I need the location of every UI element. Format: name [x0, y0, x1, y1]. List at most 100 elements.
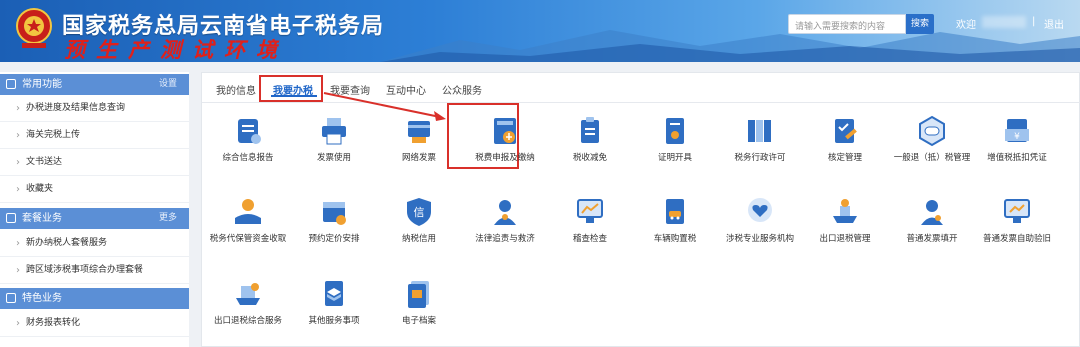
- section-title: 常用功能: [22, 79, 62, 90]
- function-calendar[interactable]: 预约定价安排: [292, 196, 376, 264]
- function-report[interactable]: 综合信息报告: [206, 115, 290, 183]
- money-hand-icon: [235, 199, 261, 224]
- monitor-chart-icon: [577, 199, 603, 223]
- report-icon: [238, 119, 261, 144]
- function-label: 税务行政许可: [734, 153, 786, 163]
- function-clipboard[interactable]: 税收减免: [548, 115, 632, 183]
- function-money-hand[interactable]: 税务代保管资金收取: [206, 196, 290, 264]
- function-heart-hand[interactable]: 涉税专业服务机构: [718, 196, 802, 264]
- function-binders[interactable]: 税务行政许可: [718, 115, 802, 183]
- function-card[interactable]: 网络发票: [377, 115, 461, 183]
- sidebar-section-package[interactable]: 套餐业务 更多: [0, 208, 189, 229]
- function-law-person[interactable]: 法律追责与救济: [463, 196, 547, 264]
- tab-my-info[interactable]: 我的信息: [216, 82, 256, 97]
- checklist-icon: [835, 119, 857, 143]
- search-input[interactable]: 请输入需要搜索的内容: [788, 14, 906, 34]
- ship-service-icon: [236, 283, 260, 305]
- function-checklist[interactable]: 核定管理: [803, 115, 887, 183]
- calendar-icon: [323, 202, 346, 225]
- sidebar-item[interactable]: 财务报表转化: [0, 310, 189, 337]
- sidebar-item[interactable]: 文书送达: [0, 149, 189, 176]
- username-blurred: [982, 16, 1026, 28]
- function-label: 税务代保管资金收取: [209, 234, 287, 244]
- environment-label: 预生产测试环境: [64, 37, 288, 62]
- archive-icon: [408, 281, 429, 308]
- function-label: 发票使用: [316, 153, 351, 163]
- function-label: 增值税抵扣凭证: [987, 153, 1047, 163]
- binders-icon: [748, 120, 771, 142]
- function-label: 出口退税管理: [819, 234, 871, 244]
- function-declare[interactable]: 税费申报及缴纳: [463, 115, 547, 183]
- sidebar-section-special[interactable]: 特色业务: [0, 288, 189, 309]
- function-shield[interactable]: 信纳税信用: [377, 196, 461, 264]
- box-icon: [325, 281, 343, 306]
- ship-icon: [833, 199, 857, 223]
- search-button[interactable]: 搜索: [906, 14, 934, 34]
- function-person[interactable]: 普通发票填开: [890, 196, 974, 264]
- function-label: 其他服务事项: [308, 316, 360, 326]
- logout-link[interactable]: 退出: [1044, 16, 1064, 31]
- declare-icon: [494, 118, 516, 144]
- main-panel: 我的信息 我要办税 我要查询 互动中心 公众服务 综合信息报告 发票使用 网络发票税…: [201, 72, 1080, 347]
- shield-icon: 信: [407, 198, 431, 226]
- function-label: 税收减免: [572, 153, 607, 163]
- function-label: 稽查检查: [572, 234, 607, 244]
- sidebar-item[interactable]: 新办纳税人套餐服务: [0, 230, 189, 257]
- function-label: 综合信息报告: [222, 153, 274, 163]
- function-car-doc[interactable]: 车辆购置税: [633, 196, 717, 264]
- sidebar-item[interactable]: 跨区域涉税事项综合办理套餐: [0, 257, 189, 284]
- sidebar-item[interactable]: 收藏夹: [0, 176, 189, 203]
- refund-icon: [919, 115, 945, 147]
- sidebar-section-common[interactable]: 常用功能 设置: [0, 74, 189, 95]
- function-ship-service[interactable]: 出口退税综合服务: [206, 278, 290, 346]
- function-label: 一般退（抵）税管理: [893, 153, 971, 163]
- car-doc-icon: [666, 199, 684, 224]
- function-label: 税费申报及缴纳: [475, 153, 535, 163]
- monitor-icon: [1004, 199, 1030, 223]
- sidebar: 常用功能 设置 办税进度及结果信息查询 海关完税上传 文书送达 收藏夹 套餐业务…: [0, 72, 189, 347]
- function-certificate[interactable]: 证明开具: [633, 115, 717, 183]
- sidebar-item[interactable]: 办税进度及结果信息查询: [0, 95, 189, 122]
- function-label: 预约定价安排: [308, 234, 360, 244]
- active-tab-indicator: [271, 95, 317, 97]
- function-label: 纳税信用: [401, 234, 436, 244]
- function-archive[interactable]: 电子档案: [377, 278, 461, 346]
- site-header: 国家税务总局云南省电子税务局 预生产测试环境 请输入需要搜索的内容 搜索 欢迎 …: [0, 0, 1080, 62]
- section-icon: [6, 293, 16, 303]
- function-label: 法律追责与救济: [475, 234, 535, 244]
- function-refund[interactable]: 一般退（抵）税管理: [890, 115, 974, 183]
- section-icon: [6, 79, 16, 89]
- sidebar-item[interactable]: 海关完税上传: [0, 122, 189, 149]
- svg-text:¥: ¥: [1014, 132, 1020, 142]
- header-separator: |: [1032, 16, 1036, 27]
- function-label: 出口退税综合服务: [213, 316, 282, 326]
- function-label: 证明开具: [657, 153, 692, 163]
- function-label: 电子档案: [401, 316, 436, 326]
- section-title: 特色业务: [22, 293, 62, 304]
- certificate-icon: [666, 118, 684, 144]
- function-printer[interactable]: 发票使用: [292, 115, 376, 183]
- clipboard-icon: [581, 117, 599, 143]
- function-ship[interactable]: 出口退税管理: [803, 196, 887, 264]
- svg-text:信: 信: [414, 206, 425, 219]
- function-label: 涉税专业服务机构: [725, 234, 794, 244]
- tax-emblem-icon: [16, 8, 52, 48]
- heart-hand-icon: [748, 198, 772, 222]
- function-label: 普通发票自助验旧: [982, 234, 1051, 244]
- function-label: 普通发票填开: [906, 234, 958, 244]
- voucher-icon: ¥: [1005, 119, 1029, 142]
- function-label: 网络发票: [401, 153, 436, 163]
- welcome-text: 欢迎: [956, 20, 976, 31]
- section-title: 套餐业务: [22, 213, 62, 224]
- function-box[interactable]: 其他服务事项: [292, 278, 376, 346]
- more-link[interactable]: 更多: [159, 208, 177, 229]
- function-voucher[interactable]: ¥ 增值税抵扣凭证: [975, 115, 1059, 183]
- function-label: 核定管理: [827, 153, 862, 163]
- function-label: 车辆购置税: [653, 234, 697, 244]
- person-icon: [921, 200, 943, 225]
- section-icon: [6, 213, 16, 223]
- settings-link[interactable]: 设置: [159, 74, 177, 95]
- function-monitor-chart[interactable]: 稽查检查: [548, 196, 632, 264]
- card-icon: [408, 121, 430, 143]
- function-monitor[interactable]: 普通发票自助验旧: [975, 196, 1059, 264]
